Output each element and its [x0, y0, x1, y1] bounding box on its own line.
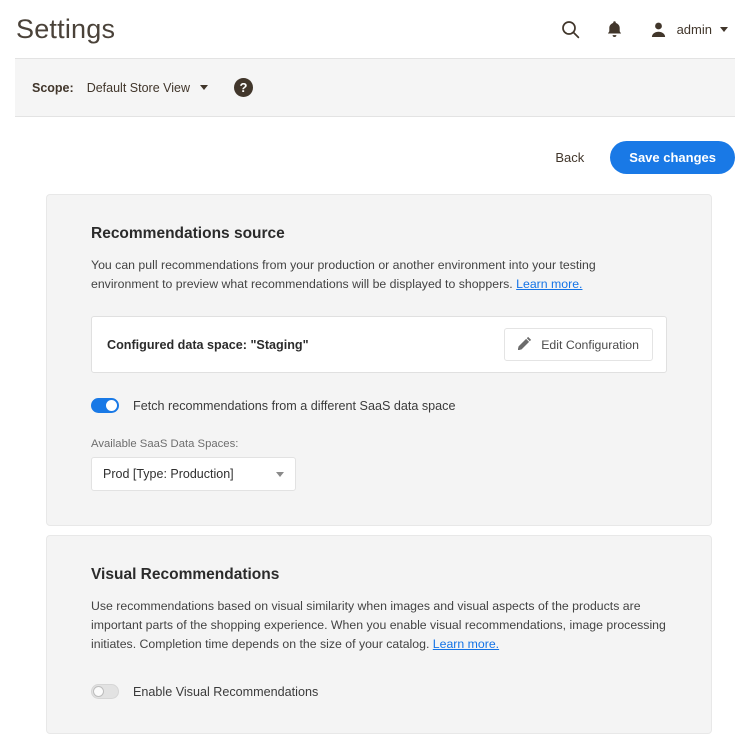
scope-bar: Scope: Default Store View ? [15, 58, 735, 117]
user-name: admin [677, 22, 712, 37]
panel-description-text: Use recommendations based on visual simi… [91, 599, 666, 651]
enable-visual-recommendations-toggle[interactable] [91, 684, 119, 699]
scope-value: Default Store View [87, 81, 190, 95]
save-changes-button[interactable]: Save changes [610, 141, 735, 174]
back-button[interactable]: Back [543, 142, 596, 173]
available-data-spaces-field: Available SaaS Data Spaces: Prod [Type: … [91, 438, 667, 491]
panel-recommendations-source: Recommendations source You can pull reco… [46, 194, 712, 526]
configured-data-space-box: Configured data space: "Staging" Edit Co… [91, 316, 667, 373]
enable-visual-recommendations-toggle-row: Enable Visual Recommendations [91, 684, 667, 699]
panel-title: Visual Recommendations [91, 566, 667, 584]
fetch-recommendations-toggle[interactable] [91, 398, 119, 413]
configured-data-space-label: Configured data space: "Staging" [107, 338, 309, 352]
pencil-icon [518, 336, 532, 353]
available-data-spaces-select-wrap: Prod [Type: Production] [91, 457, 296, 491]
page-title: Settings [16, 16, 115, 43]
help-icon[interactable]: ? [234, 78, 253, 97]
available-data-spaces-select[interactable]: Prod [Type: Production] [91, 457, 296, 491]
scope-switcher[interactable]: Default Store View [87, 81, 208, 95]
scope-label: Scope: [32, 81, 74, 95]
enable-visual-recommendations-toggle-label: Enable Visual Recommendations [133, 685, 318, 699]
fetch-recommendations-toggle-label: Fetch recommendations from a different S… [133, 399, 455, 413]
page-actions: Back Save changes [0, 117, 750, 174]
settings-content: Recommendations source You can pull reco… [0, 174, 750, 734]
learn-more-link[interactable]: Learn more. [433, 637, 499, 651]
learn-more-link[interactable]: Learn more. [516, 277, 582, 291]
user-menu[interactable]: admin [648, 18, 728, 40]
page-header: Settings admin [0, 0, 750, 58]
user-avatar-icon [648, 18, 670, 40]
panel-description: You can pull recommendations from your p… [91, 256, 656, 294]
panel-description: Use recommendations based on visual simi… [91, 597, 667, 654]
toggle-knob [106, 400, 117, 411]
toggle-knob [93, 686, 104, 697]
bell-icon[interactable] [604, 18, 626, 40]
panel-title: Recommendations source [91, 225, 667, 243]
header-actions: admin [560, 18, 734, 40]
search-icon[interactable] [560, 18, 582, 40]
available-data-spaces-label: Available SaaS Data Spaces: [91, 438, 667, 450]
chevron-down-icon [720, 27, 728, 32]
edit-configuration-button[interactable]: Edit Configuration [504, 328, 653, 361]
chevron-down-icon [200, 85, 208, 90]
fetch-recommendations-toggle-row: Fetch recommendations from a different S… [91, 398, 667, 413]
panel-visual-recommendations: Visual Recommendations Use recommendatio… [46, 535, 712, 734]
edit-configuration-label: Edit Configuration [541, 338, 639, 352]
